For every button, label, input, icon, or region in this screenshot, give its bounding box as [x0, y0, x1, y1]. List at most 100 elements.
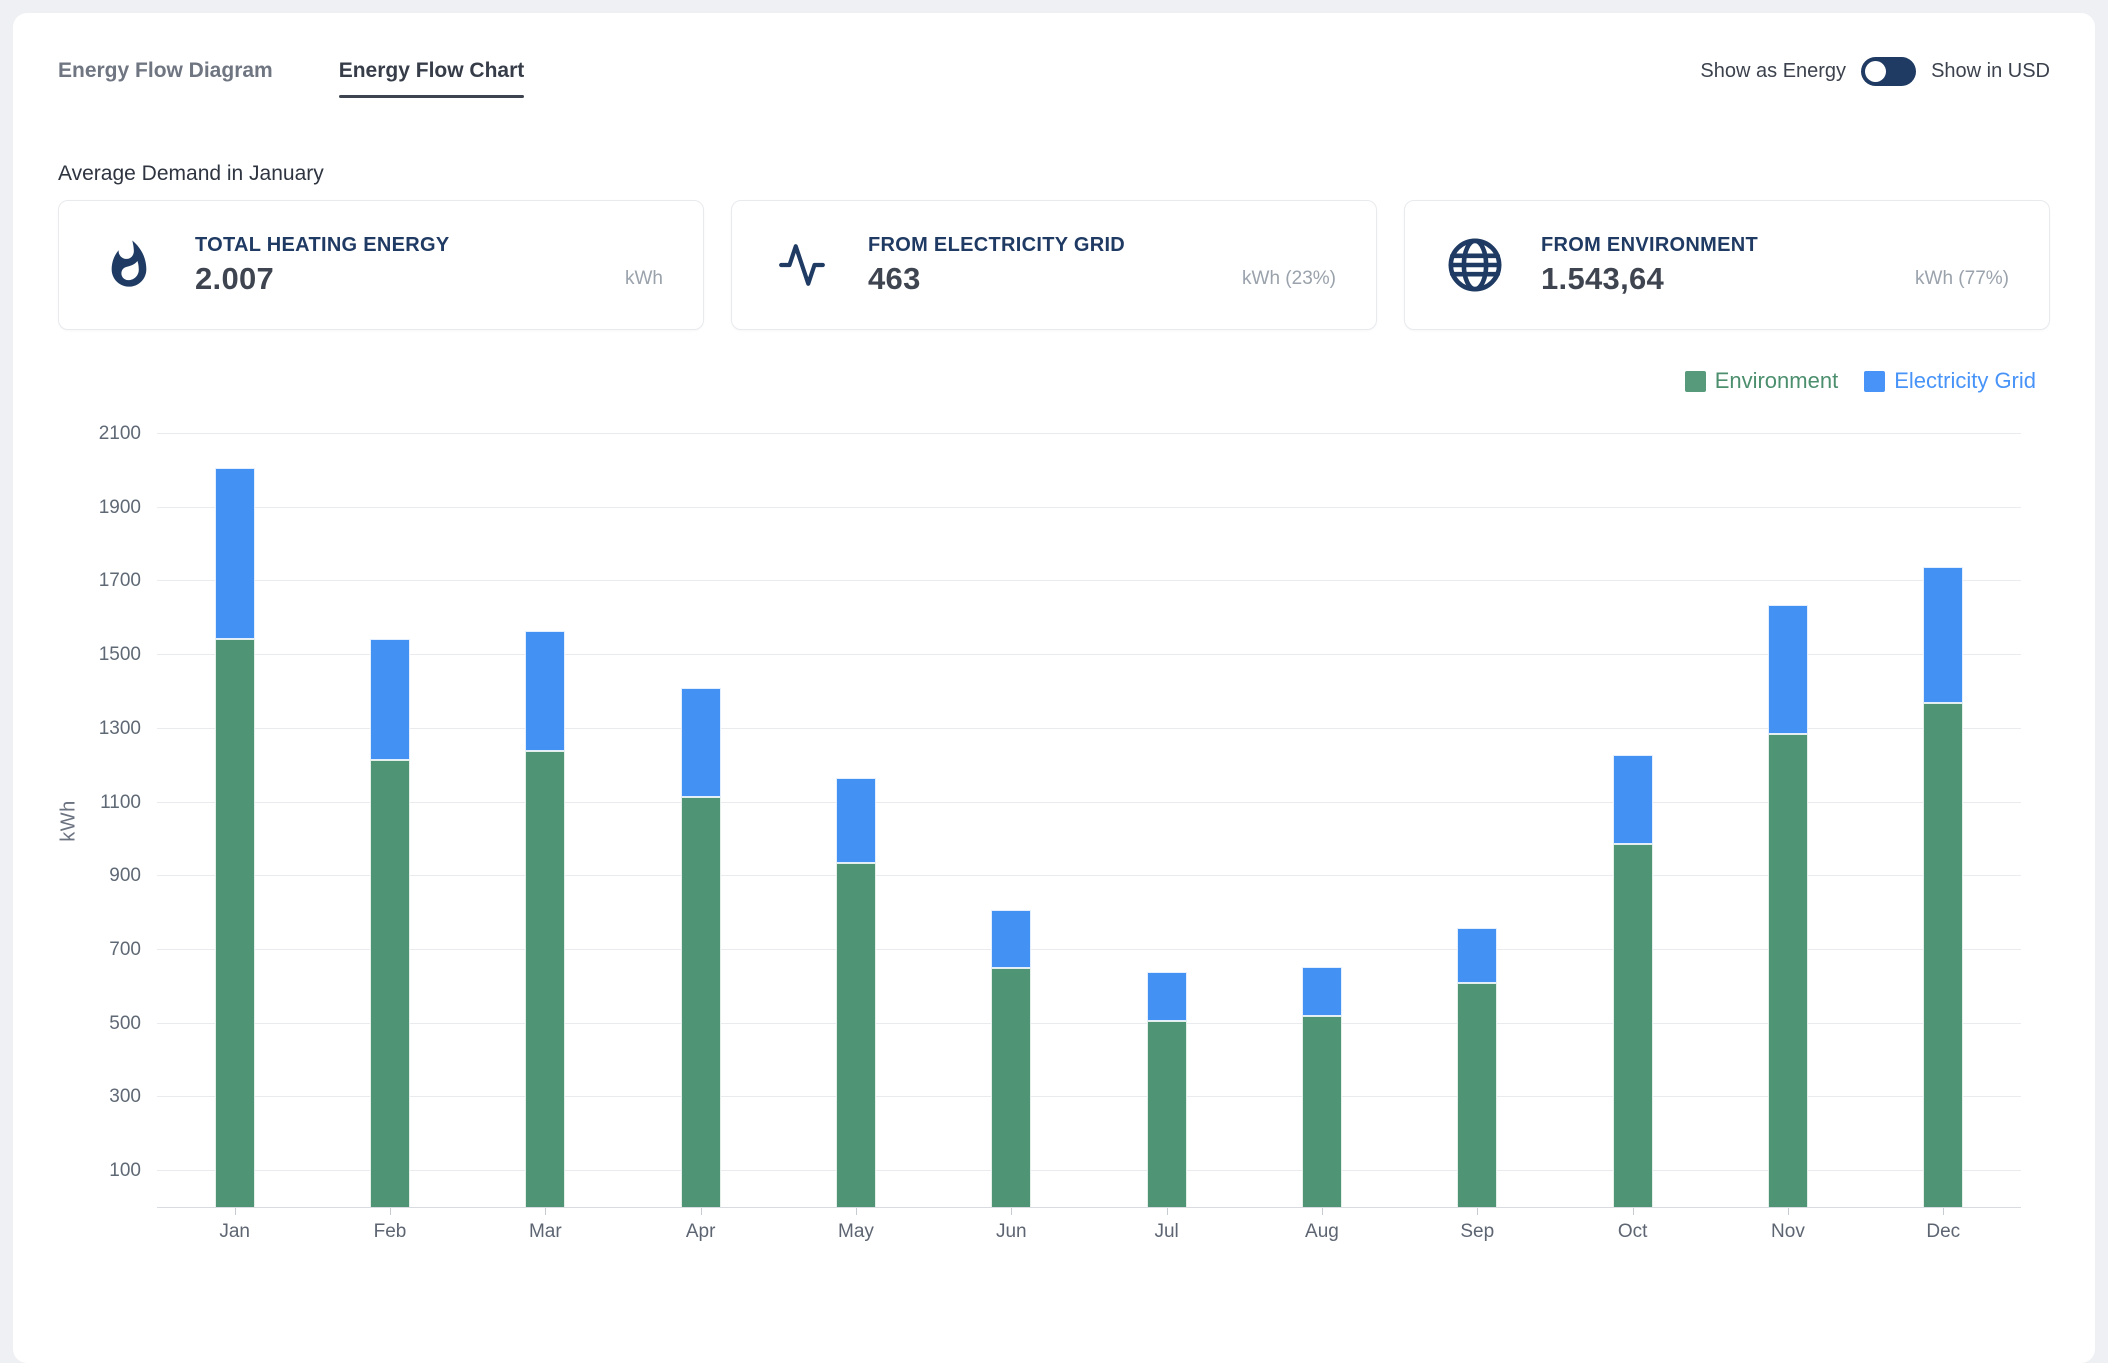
x-tick-feb [390, 1208, 391, 1215]
toggle-knob [1865, 61, 1886, 82]
stat-value: 1.543,64 [1541, 261, 1664, 297]
x-tick-jun [1011, 1208, 1012, 1215]
bar-group-jun: Jun [934, 434, 1089, 1208]
x-tick-label-jul: Jul [1089, 1221, 1244, 1243]
bar-environment-aug[interactable] [1302, 1016, 1342, 1208]
bar-environment-jan[interactable] [215, 639, 255, 1208]
toggle-label-energy: Show as Energy [1700, 60, 1846, 83]
stat-card-total-heating: TOTAL HEATING ENERGY 2.007 kWh [58, 200, 704, 330]
legend-item-electricity-grid: Electricity Grid [1864, 368, 2036, 394]
x-tick-label-dec: Dec [1866, 1221, 2021, 1243]
bar-group-apr: Apr [623, 434, 778, 1208]
x-tick-jan [235, 1208, 236, 1215]
bar-environment-nov[interactable] [1768, 734, 1808, 1208]
bar-group-sep: Sep [1400, 434, 1555, 1208]
bar-environment-sep[interactable] [1457, 983, 1497, 1208]
bar-group-oct: Oct [1555, 434, 1710, 1208]
bar-environment-apr[interactable] [681, 797, 721, 1208]
bar-electricity-grid-nov[interactable] [1768, 605, 1808, 734]
y-tick-label-300: 300 [109, 1086, 141, 1108]
stat-value: 463 [868, 261, 921, 297]
x-tick-label-may: May [778, 1221, 933, 1243]
bar-group-feb: Feb [312, 434, 467, 1208]
x-tick-label-oct: Oct [1555, 1221, 1710, 1243]
bars-row: JanFebMarAprMayJunJulAugSepOctNovDec [157, 434, 2021, 1208]
bar-environment-mar[interactable] [525, 751, 565, 1208]
x-tick-label-nov: Nov [1710, 1221, 1865, 1243]
stat-unit: kWh (77%) [1915, 268, 2009, 290]
bar-group-jul: Jul [1089, 434, 1244, 1208]
bar-electricity-grid-jun[interactable] [991, 910, 1031, 968]
x-tick-jul [1167, 1208, 1168, 1215]
stat-cards-row: TOTAL HEATING ENERGY 2.007 kWh FROM ELEC… [58, 200, 2050, 330]
legend-swatch-environment [1685, 371, 1706, 392]
bar-environment-feb[interactable] [370, 760, 410, 1208]
y-tick-label-1900: 1900 [99, 497, 141, 519]
x-tick-apr [701, 1208, 702, 1215]
y-tick-label-1500: 1500 [99, 644, 141, 666]
energy-usd-toggle[interactable] [1861, 57, 1916, 86]
legend-swatch-electricity-grid [1864, 371, 1885, 392]
bar-electricity-grid-oct[interactable] [1613, 755, 1653, 844]
bar-electricity-grid-sep[interactable] [1457, 928, 1497, 983]
stat-value: 2.007 [195, 261, 274, 297]
x-tick-oct [1633, 1208, 1634, 1215]
bar-group-nov: Nov [1710, 434, 1865, 1208]
header-bar: Energy Flow Diagram Energy Flow Chart Sh… [13, 13, 2095, 98]
toggle-label-usd: Show in USD [1931, 60, 2050, 83]
bar-electricity-grid-may[interactable] [836, 778, 876, 864]
globe-icon [1445, 236, 1505, 294]
stat-title: TOTAL HEATING ENERGY [195, 234, 663, 257]
bar-electricity-grid-jan[interactable] [215, 468, 255, 639]
x-tick-dec [1943, 1208, 1944, 1215]
y-tick-label-2100: 2100 [99, 423, 141, 445]
x-tick-label-sep: Sep [1400, 1221, 1555, 1243]
chart-legend: Environment Electricity Grid [58, 368, 2050, 394]
tab-energy-flow-chart[interactable]: Energy Flow Chart [339, 59, 525, 98]
y-tick-label-500: 500 [109, 1013, 141, 1035]
bar-environment-jun[interactable] [991, 968, 1031, 1208]
y-axis-title: kWh [58, 800, 81, 842]
stat-card-environment: FROM ENVIRONMENT 1.543,64 kWh (77%) [1404, 200, 2050, 330]
x-tick-sep [1477, 1208, 1478, 1215]
legend-label: Environment [1715, 368, 1839, 394]
bar-electricity-grid-mar[interactable] [525, 631, 565, 751]
x-tick-may [856, 1208, 857, 1215]
stat-unit: kWh [625, 268, 663, 290]
legend-item-environment: Environment [1685, 368, 1839, 394]
tab-energy-flow-diagram[interactable]: Energy Flow Diagram [58, 59, 273, 98]
bar-group-aug: Aug [1244, 434, 1399, 1208]
flame-icon [99, 236, 159, 294]
page-title: Average Demand in January [58, 162, 2050, 186]
bar-electricity-grid-apr[interactable] [681, 688, 721, 797]
bar-group-mar: Mar [468, 434, 623, 1208]
bar-electricity-grid-jul[interactable] [1147, 972, 1187, 1021]
main-panel: Energy Flow Diagram Energy Flow Chart Sh… [13, 13, 2095, 1363]
bar-electricity-grid-aug[interactable] [1302, 967, 1342, 1016]
stat-title: FROM ELECTRICITY GRID [868, 234, 1336, 257]
legend-label: Electricity Grid [1894, 368, 2036, 394]
y-tick-label-1300: 1300 [99, 718, 141, 740]
tab-bar: Energy Flow Diagram Energy Flow Chart [58, 59, 524, 98]
y-tick-label-100: 100 [109, 1160, 141, 1182]
x-tick-mar [545, 1208, 546, 1215]
y-tick-label-700: 700 [109, 939, 141, 961]
stacked-bar-chart: kWh JanFebMarAprMayJunJulAugSepOctNovDec… [58, 410, 2050, 1280]
activity-icon [772, 240, 832, 290]
y-tick-label-1100: 1100 [100, 792, 141, 814]
bar-environment-may[interactable] [836, 863, 876, 1208]
bar-environment-dec[interactable] [1923, 703, 1963, 1208]
y-tick-label-900: 900 [109, 865, 141, 887]
bar-group-dec: Dec [1866, 434, 2021, 1208]
stat-card-electricity-grid: FROM ELECTRICITY GRID 463 kWh (23%) [731, 200, 1377, 330]
stat-title: FROM ENVIRONMENT [1541, 234, 2009, 257]
bar-environment-oct[interactable] [1613, 844, 1653, 1208]
bar-electricity-grid-dec[interactable] [1923, 567, 1963, 703]
x-tick-nov [1788, 1208, 1789, 1215]
x-tick-aug [1322, 1208, 1323, 1215]
bar-environment-jul[interactable] [1147, 1021, 1187, 1208]
bar-electricity-grid-feb[interactable] [370, 639, 410, 761]
x-tick-label-mar: Mar [468, 1221, 623, 1243]
y-tick-label-1700: 1700 [99, 570, 141, 592]
x-tick-label-jun: Jun [934, 1221, 1089, 1243]
